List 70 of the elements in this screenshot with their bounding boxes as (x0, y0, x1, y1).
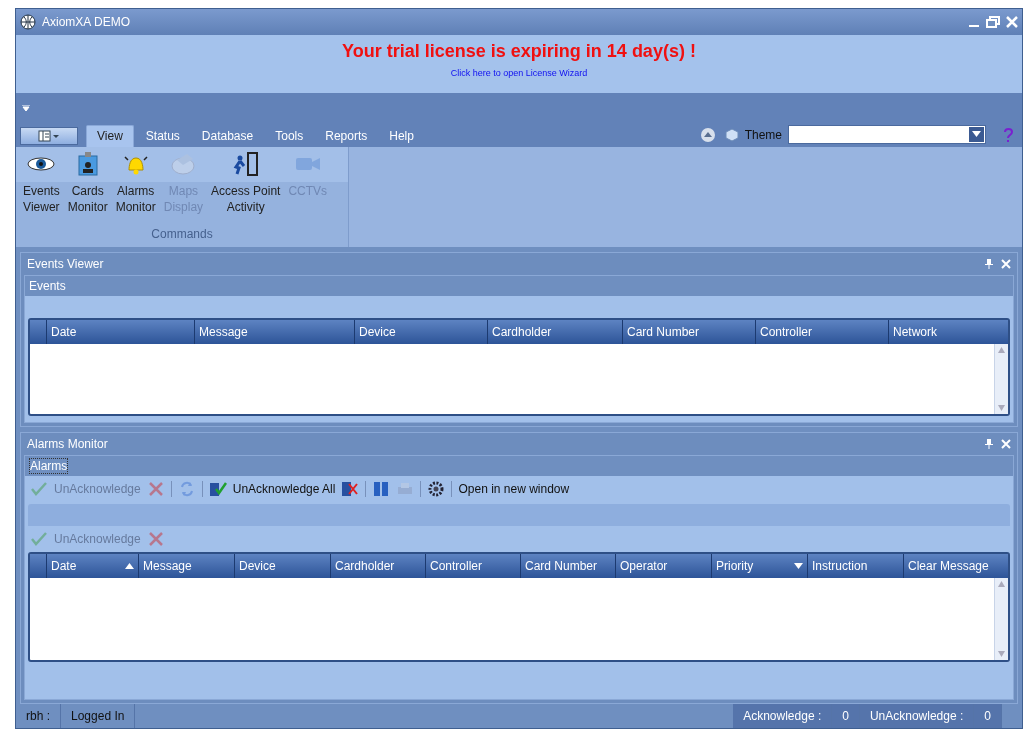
ribbon-tab[interactable]: View (86, 124, 134, 147)
pin-icon[interactable] (985, 258, 993, 269)
panel-title: Events Viewer (27, 256, 105, 271)
pin-icon[interactable] (985, 439, 993, 450)
scroll-up-icon[interactable] (998, 346, 1005, 353)
ribbon-command[interactable]: Alarms Monitor (112, 150, 159, 227)
column-header[interactable]: Controller (425, 554, 520, 579)
close-icon[interactable] (1001, 258, 1011, 269)
column-header[interactable]: Date (46, 554, 138, 579)
ribbon-tab[interactable]: Reports (315, 124, 378, 147)
scrollbar[interactable] (994, 578, 1008, 661)
column-header[interactable]: Device (354, 319, 487, 344)
column-header[interactable]: Network (888, 319, 1021, 344)
globe-icon (20, 14, 36, 30)
column-header[interactable]: Cardholder (330, 554, 425, 579)
column-header[interactable]: Message (138, 554, 234, 579)
column-header[interactable]: Date (46, 319, 194, 344)
ribbon-tab[interactable]: Status (135, 124, 190, 147)
toolbar-button[interactable]: UnAcknowledge All (232, 482, 336, 497)
ribbon-command[interactable]: Cards Monitor (64, 150, 111, 227)
ribbon-tab[interactable]: Database (191, 124, 264, 147)
scrollbar[interactable] (994, 343, 1008, 414)
caret-icon (972, 131, 981, 138)
license-warning: Your trial license is expiring in 14 day(s) ! (342, 40, 696, 62)
columns-icon[interactable] (372, 480, 391, 499)
toolbar-button[interactable]: Open in new window (458, 482, 570, 497)
ribbon-command[interactable]: Access Point Activity (208, 150, 284, 227)
cube-icon[interactable] (724, 127, 739, 142)
scroll-down-icon[interactable] (998, 651, 1005, 658)
scroll-up-icon[interactable] (998, 581, 1005, 588)
dropdown-button[interactable] (969, 126, 984, 142)
status-text: Acknowledge : (733, 704, 833, 728)
status-text: 0 (832, 704, 860, 728)
theme-dropdown[interactable] (788, 124, 986, 144)
clear-icon[interactable] (341, 480, 360, 499)
checklist-icon[interactable] (208, 480, 227, 499)
status-text: rbh : (16, 704, 61, 728)
column-header[interactable]: Operator (615, 554, 711, 579)
gear-icon[interactable] (427, 480, 446, 499)
status-text: UnAcknowledge : (859, 704, 975, 728)
theme-label: Theme (744, 127, 782, 142)
status-text: Logged In (61, 704, 136, 728)
ribbon-tab[interactable]: Help (379, 124, 424, 147)
ribbon-tab[interactable]: Tools (265, 124, 314, 147)
license-wizard-link[interactable]: Click here to open License Wizard (450, 67, 588, 78)
column-header[interactable]: Cardholder (487, 319, 622, 344)
window-title: AxiomXA DEMO (42, 15, 132, 29)
column-header[interactable]: Controller (755, 319, 888, 344)
close-icon[interactable] (1006, 16, 1018, 28)
customize-icon[interactable] (22, 104, 30, 111)
help-icon[interactable] (1002, 127, 1014, 142)
collapse-icon[interactable] (700, 127, 715, 142)
window-menu-icon (38, 129, 60, 142)
column-header[interactable]: Card Number (622, 319, 755, 344)
status-text: 0 (974, 704, 1002, 728)
caret-icon[interactable] (794, 563, 803, 570)
column-header[interactable]: Instruction (807, 554, 903, 579)
section-tab[interactable]: Alarms (29, 458, 69, 475)
column-header[interactable]: Device (234, 554, 330, 579)
restore-icon[interactable] (986, 16, 1000, 28)
column-header[interactable]: Priority (711, 554, 807, 579)
panel-title: Alarms Monitor (27, 437, 109, 452)
section-tab[interactable]: Events (29, 278, 66, 293)
scroll-down-icon[interactable] (998, 404, 1005, 411)
close-icon[interactable] (1001, 439, 1011, 450)
group-label: Commands (150, 226, 214, 243)
ribbon-command[interactable]: Events Viewer (20, 150, 63, 227)
column-header[interactable]: Card Number (520, 554, 615, 579)
column-header[interactable]: Message (194, 319, 354, 344)
application-menu-button[interactable] (20, 126, 78, 145)
